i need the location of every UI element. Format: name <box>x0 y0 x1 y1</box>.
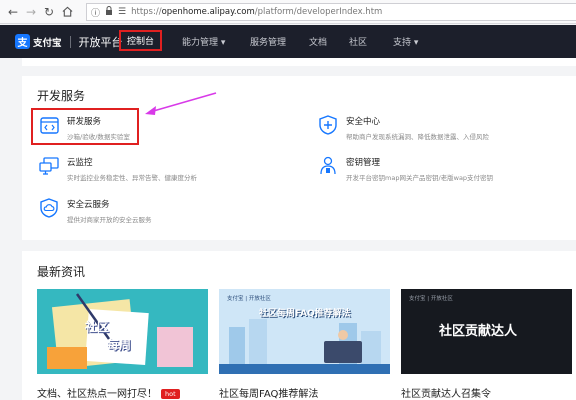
info-icon[interactable]: ⓘ <box>91 6 100 19</box>
brand[interactable]: 支 支付宝 开放平台 <box>15 34 123 50</box>
thumb-logo: 支付宝 | 开放社区 <box>409 296 453 302</box>
monitor-icon <box>39 156 59 176</box>
service-desc: 提供对商家开放的安全云服务 <box>67 216 152 224</box>
home-icon[interactable] <box>58 2 76 22</box>
service-keys[interactable]: 密钥管理 开发平台密钥map网关产品密钥/老版wap支付密钥 <box>318 156 493 182</box>
nav-item-support[interactable]: 支持 ▾ <box>393 35 418 48</box>
hot-badge: hot <box>161 389 180 399</box>
thumb-title-line2: 每周 <box>107 338 132 352</box>
thumb-title: 社区每周FAQ推荐解法 <box>259 309 351 319</box>
nav-item-capability[interactable]: 能力管理 ▾ <box>182 35 225 48</box>
brand-name: 支付宝 <box>33 37 62 49</box>
key-person-icon <box>318 156 338 176</box>
thumb-title: 社区贡献达人 <box>439 324 518 339</box>
cloud-shield-icon <box>39 198 59 218</box>
brand-divider <box>69 35 71 48</box>
news-caption[interactable]: 文档、社区热点一网打尽！ hot <box>37 385 180 400</box>
service-title: 密钥管理 <box>346 158 381 168</box>
service-cloud-security[interactable]: 安全云服务 提供对商家开放的安全云服务 <box>39 198 152 224</box>
shield-plus-icon <box>318 115 338 135</box>
service-title: 安全中心 <box>346 117 381 127</box>
news-caption[interactable]: 社区每周FAQ推荐解法 <box>219 385 318 400</box>
news-title: 最新资讯 <box>37 265 86 279</box>
thumb-logo: 支付宝 | 开放社区 <box>227 296 271 302</box>
page-icon: ☰ <box>118 7 127 17</box>
service-desc: 帮助商户发现系统漏洞、降低数据泄露、入侵风险 <box>346 133 489 141</box>
news-caption[interactable]: 社区贡献达人召集令 <box>401 385 491 400</box>
service-monitor[interactable]: 云监控 实时监控业务稳定性、异常告警、健康度分析 <box>39 156 197 182</box>
browser-toolbar: ← → ↻ ⓘ ☰ https://openhome.alipay.com/pl… <box>0 0 576 24</box>
news-thumb-contributor[interactable]: 支付宝 | 开放社区 社区贡献达人 <box>401 289 572 374</box>
news-thumb-faq[interactable]: 支付宝 | 开放社区 社区每周FAQ推荐解法 <box>219 289 390 374</box>
annotation-arrow-icon <box>145 92 217 115</box>
nav-item-community[interactable]: 社区 <box>349 35 367 48</box>
service-desc: 实时监控业务稳定性、异常告警、健康度分析 <box>67 174 197 182</box>
service-security[interactable]: 安全中心 帮助商户发现系统漏洞、降低数据泄露、入侵风险 <box>318 115 489 141</box>
news-thumb-weekly[interactable]: 社区 每周 <box>37 289 208 374</box>
service-title: 云监控 <box>67 158 93 168</box>
brand-title: 开放平台 <box>78 35 123 49</box>
nav-item-docs[interactable]: 文档 <box>309 35 327 48</box>
back-arrow-icon[interactable]: ← <box>4 2 22 22</box>
thumb-title-line1: 社区 <box>85 320 110 334</box>
alipay-logo-icon: 支 <box>15 34 30 49</box>
service-title: 安全云服务 <box>67 200 110 210</box>
nav-item-services[interactable]: 服务管理 <box>250 35 286 48</box>
dev-services-title: 开发服务 <box>37 89 86 103</box>
lock-icon[interactable] <box>105 6 113 18</box>
top-navigation: 支 支付宝 开放平台 控制台 能力管理 ▾ 服务管理 文档 社区 支持 ▾ <box>0 25 576 58</box>
reload-icon[interactable]: ↻ <box>40 2 58 22</box>
address-bar[interactable]: ⓘ ☰ https://openhome.alipay.com/platform… <box>86 3 576 21</box>
forward-arrow-icon[interactable]: → <box>22 2 40 22</box>
top-card-edge <box>22 58 576 66</box>
highlight-box <box>31 108 139 145</box>
service-desc: 开发平台密钥map网关产品密钥/老版wap支付密钥 <box>346 174 494 182</box>
nav-item-console[interactable]: 控制台 <box>119 30 163 51</box>
url-text: https://openhome.alipay.com/platform/dev… <box>131 7 383 17</box>
